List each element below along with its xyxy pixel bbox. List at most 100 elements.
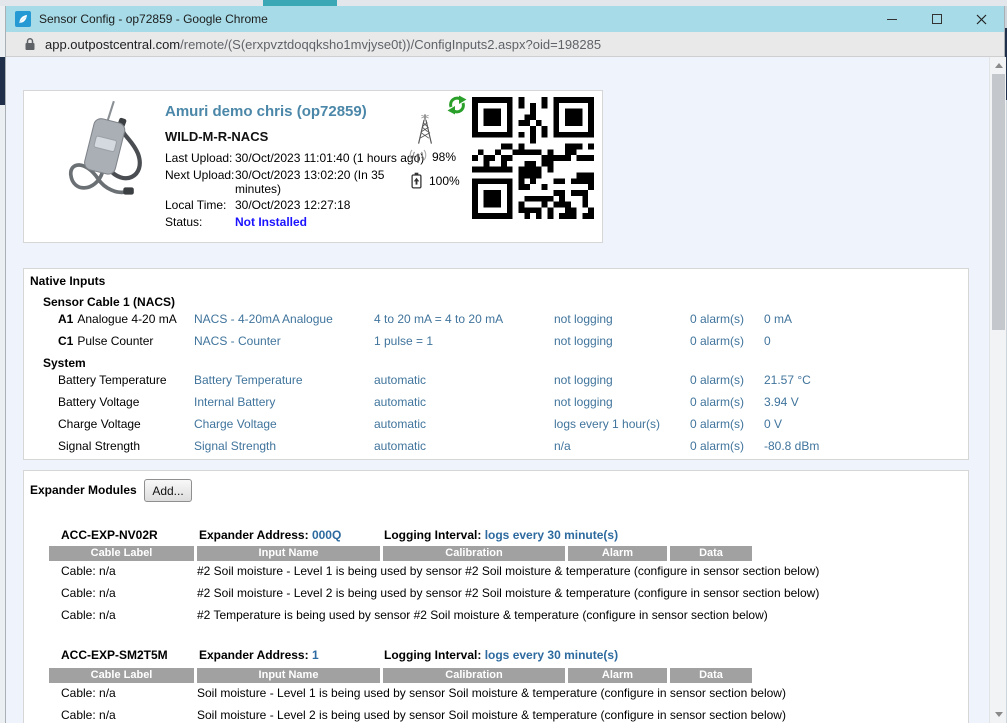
field-label: Last Upload: xyxy=(165,151,235,165)
expander-table-header: Cable Label Input Name Calibration Alarm… xyxy=(49,546,752,561)
alarms-link[interactable]: 0 alarm(s) xyxy=(690,395,744,409)
window-titlebar: Sensor Config - op72859 - Google Chrome xyxy=(6,6,1004,32)
input-name-link[interactable]: Signal Strength xyxy=(194,439,276,453)
current-value-link[interactable]: 0 mA xyxy=(764,312,792,326)
calibration-link[interactable]: automatic xyxy=(374,417,426,431)
native-inputs-panel: Native Inputs Sensor Cable 1 (NACS) A1An… xyxy=(23,268,969,460)
cable-label: Cable: n/a xyxy=(61,586,116,600)
logging-link[interactable]: not logging xyxy=(554,312,613,326)
close-button[interactable] xyxy=(959,6,1004,32)
calibration-link[interactable]: automatic xyxy=(374,395,426,409)
current-value-link[interactable]: 3.94 V xyxy=(764,395,799,409)
alarms-link[interactable]: 0 alarm(s) xyxy=(690,373,744,387)
column-header-calibration: Calibration xyxy=(383,546,565,561)
field-status: Status: Not Installed xyxy=(165,215,420,229)
qr-code xyxy=(472,97,594,219)
signal-icon xyxy=(409,149,427,165)
expander-address-link[interactable]: 1 xyxy=(312,648,319,662)
alarms-link[interactable]: 0 alarm(s) xyxy=(690,439,744,453)
calibration-link[interactable]: 1 pulse = 1 xyxy=(374,334,433,348)
lock-icon xyxy=(24,37,36,51)
alarms-link[interactable]: 0 alarm(s) xyxy=(690,417,744,431)
native-input-row: C1Pulse Counter NACS - Counter 1 pulse =… xyxy=(58,334,963,349)
current-value-link[interactable]: 0 V xyxy=(764,417,782,431)
window-controls xyxy=(869,6,1004,32)
outpostcentral-favicon-icon xyxy=(15,11,31,27)
input-name-link[interactable]: Battery Temperature xyxy=(194,373,303,387)
battery-percent: 100% xyxy=(429,174,460,188)
maximize-button[interactable] xyxy=(914,6,959,32)
expander-address: Expander Address: 1 xyxy=(199,648,319,662)
cable-label: Cable: n/a xyxy=(61,564,116,578)
input-name-link[interactable]: NACS - Counter xyxy=(194,334,281,348)
field-label: Status: xyxy=(165,215,235,229)
field-next-upload: Next Upload: 30/Oct/2023 13:02:20 (In 35… xyxy=(165,168,420,196)
expander-module-header: ACC-EXP-NV02R Expander Address: 000Q Log… xyxy=(24,528,954,543)
current-value-link[interactable]: 0 xyxy=(764,334,771,348)
input-description: #2 Temperature is being used by sensor #… xyxy=(197,608,768,622)
input-name-link[interactable]: Charge Voltage xyxy=(194,417,277,431)
native-input-row: A1Analogue 4-20 mA NACS - 4-20mA Analogu… xyxy=(58,312,963,327)
calibration-link[interactable]: automatic xyxy=(374,373,426,387)
cable-label: Cable: n/a xyxy=(61,686,116,700)
vertical-scrollbar[interactable] xyxy=(989,57,1006,723)
cable-label: Cable: n/a xyxy=(61,708,116,722)
logging-link[interactable]: not logging xyxy=(554,334,613,348)
calibration-link[interactable]: automatic xyxy=(374,439,426,453)
expander-input-row: Cable: n/a #2 Soil moisture - Level 2 is… xyxy=(24,586,944,601)
expander-input-row: Cable: n/a Soil moisture - Level 2 is be… xyxy=(24,708,944,723)
alarms-link[interactable]: 0 alarm(s) xyxy=(690,312,744,326)
logging-link[interactable]: n/a xyxy=(554,439,571,453)
expander-input-row: Cable: n/a #2 Temperature is being used … xyxy=(24,608,944,623)
input-description: Soil moisture - Level 1 is being used by… xyxy=(197,686,786,700)
scrollbar-up-arrow[interactable] xyxy=(990,57,1006,74)
logging-link[interactable]: not logging xyxy=(554,395,613,409)
logging-link[interactable]: not logging xyxy=(554,373,613,387)
field-value: 30/Oct/2023 13:02:20 (In 35 minutes) xyxy=(235,168,420,196)
minimize-button[interactable] xyxy=(869,6,914,32)
expander-address-link[interactable]: 000Q xyxy=(312,528,341,542)
native-input-row: Signal Strength Signal Strength automati… xyxy=(58,439,963,454)
scrollbar-down-arrow[interactable] xyxy=(990,706,1006,723)
logging-interval-link[interactable]: logs every 30 minute(s) xyxy=(485,528,618,542)
logging-interval: Logging Interval: logs every 30 minute(s… xyxy=(384,648,618,662)
column-header-data: Data xyxy=(670,546,752,561)
window-title: Sensor Config - op72859 - Google Chrome xyxy=(39,12,268,26)
expander-module-name: ACC-EXP-SM2T5M xyxy=(61,648,168,662)
logging-link[interactable]: logs every 1 hour(s) xyxy=(554,417,660,431)
signal-percent: 98% xyxy=(432,150,456,164)
calibration-link[interactable]: 4 to 20 mA = 4 to 20 mA xyxy=(374,312,503,326)
expander-modules-panel: Expander Modules Add... ACC-EXP-NV02R Ex… xyxy=(23,470,969,723)
refresh-icon[interactable] xyxy=(447,95,467,115)
current-value-link[interactable]: -80.8 dBm xyxy=(764,439,819,453)
field-label: Local Time: xyxy=(165,198,235,212)
status-link[interactable]: Not Installed xyxy=(235,215,420,229)
field-label: Next Upload: xyxy=(165,168,235,196)
column-header-alarm: Alarm xyxy=(568,668,667,683)
column-header-input-name: Input Name xyxy=(197,668,380,683)
input-label: A1Analogue 4-20 mA xyxy=(58,312,177,326)
group-title-sensor-cable: Sensor Cable 1 (NACS) xyxy=(43,295,175,309)
logging-interval-link[interactable]: logs every 30 minute(s) xyxy=(485,648,618,662)
group-title-system: System xyxy=(43,356,86,370)
input-name-link[interactable]: NACS - 4-20mA Analogue xyxy=(194,312,333,326)
address-bar[interactable]: app.outpostcentral.com/remote/(S(erxpvzt… xyxy=(6,32,1004,57)
add-expander-button[interactable]: Add... xyxy=(144,479,192,502)
device-model: WILD-M-R-NACS xyxy=(165,129,268,144)
input-name-link[interactable]: Internal Battery xyxy=(194,395,275,409)
column-header-cable-label: Cable Label xyxy=(49,546,194,561)
scrollbar-thumb[interactable] xyxy=(992,74,1005,330)
native-input-row: Battery Temperature Battery Temperature … xyxy=(58,373,963,388)
desktop: Sensor Config - op72859 - Google Chrome … xyxy=(0,0,1007,723)
device-photo xyxy=(54,99,159,199)
page-content: Amuri demo chris (op72859) WILD-M-R-NACS… xyxy=(6,57,1006,723)
device-info-panel: Amuri demo chris (op72859) WILD-M-R-NACS… xyxy=(23,90,603,243)
current-value-link[interactable]: 21.57 °C xyxy=(764,373,811,387)
alarms-link[interactable]: 0 alarm(s) xyxy=(690,334,744,348)
input-label: Charge Voltage xyxy=(58,417,141,431)
expander-input-row: Cable: n/a #2 Soil moisture - Level 1 is… xyxy=(24,564,944,579)
native-input-row: Battery Voltage Internal Battery automat… xyxy=(58,395,963,410)
column-header-cable-label: Cable Label xyxy=(49,668,194,683)
device-name: Amuri demo chris (op72859) xyxy=(165,103,367,120)
input-description: #2 Soil moisture - Level 2 is being used… xyxy=(197,586,819,600)
